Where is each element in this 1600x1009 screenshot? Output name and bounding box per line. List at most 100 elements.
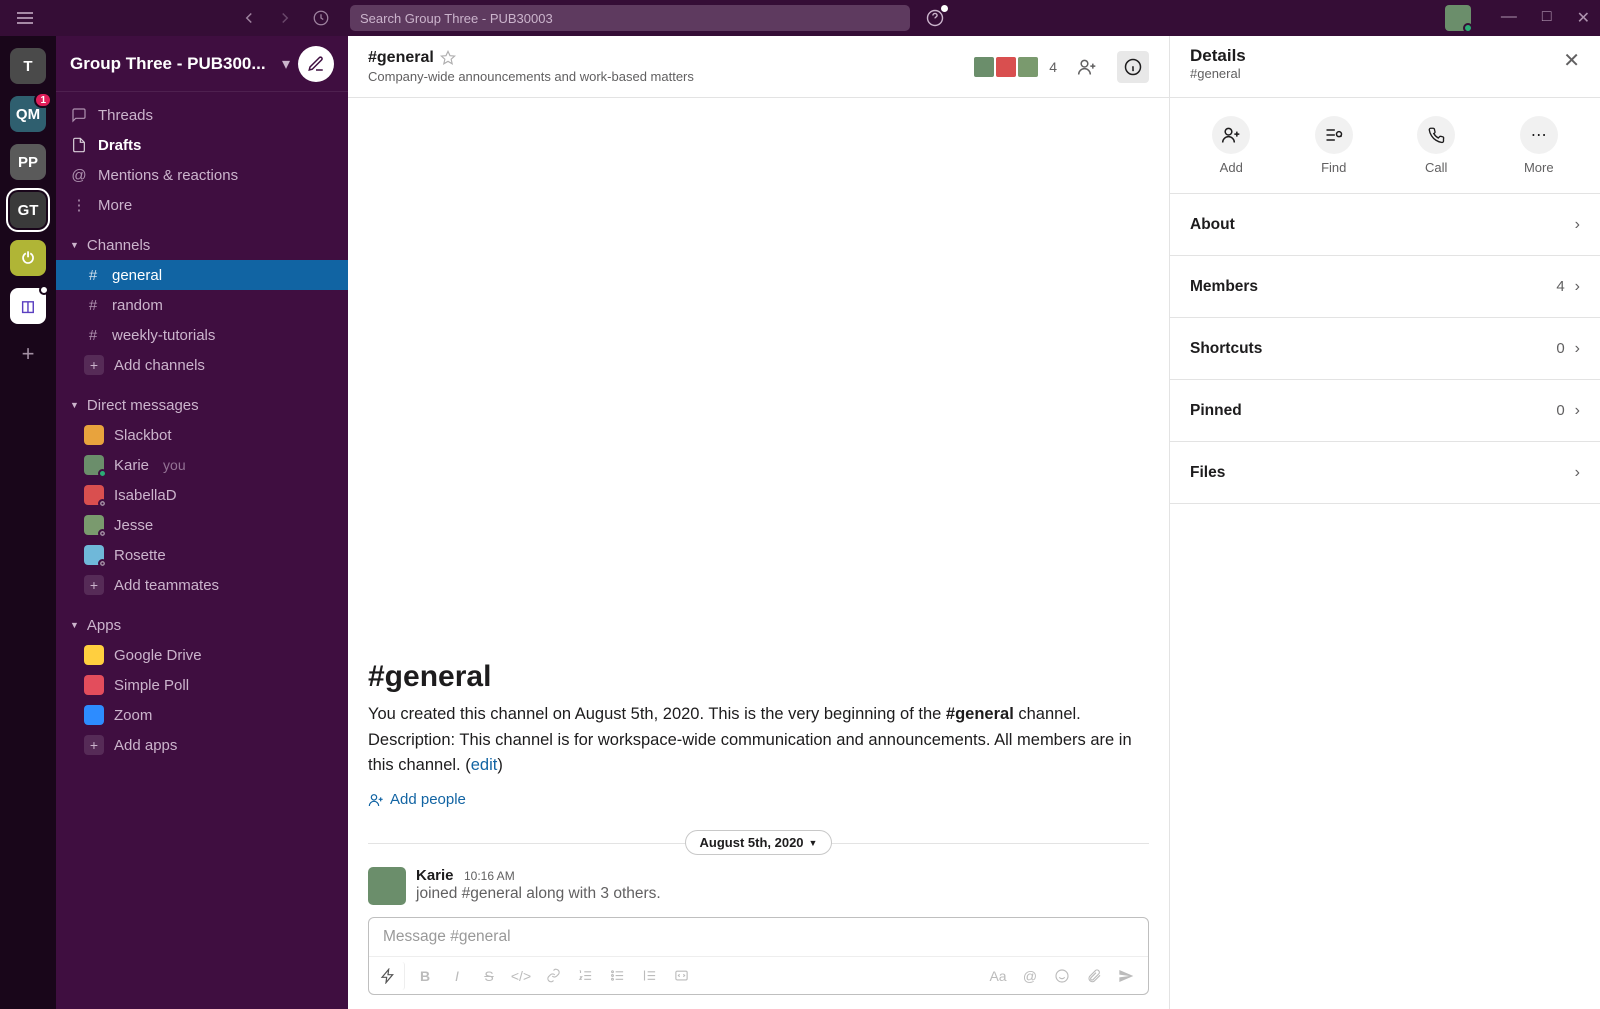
avatar — [84, 515, 104, 535]
strikethrough-icon[interactable]: S — [475, 962, 503, 990]
history-back-icon[interactable] — [240, 9, 258, 27]
panel-row-shortcuts[interactable]: Shortcuts 0 › — [1170, 318, 1600, 380]
message-author[interactable]: Karie — [416, 867, 454, 884]
workspace-ws-gt[interactable]: GT — [10, 192, 46, 228]
history-clock-icon[interactable] — [312, 9, 330, 27]
message-avatar[interactable] — [368, 867, 406, 905]
more-icon: ⋮ — [70, 196, 88, 214]
nav-mentions[interactable]: @ Mentions & reactions — [56, 160, 348, 190]
plus-icon: + — [84, 575, 104, 595]
panel-action-more[interactable]: ⋯ More — [1520, 116, 1558, 175]
composer-input[interactable]: Message #general — [369, 918, 1148, 956]
workspace-ws-qm[interactable]: QM1 — [10, 96, 46, 132]
dm-karie[interactable]: Karieyou — [56, 450, 348, 480]
star-icon[interactable] — [440, 50, 456, 66]
mention-icon[interactable]: @ — [1016, 962, 1044, 990]
panel-action-more-label: More — [1524, 160, 1554, 175]
member-avatars[interactable]: 4 — [979, 56, 1057, 78]
ordered-list-icon[interactable] — [571, 962, 599, 990]
window-close-icon[interactable]: ✕ — [1577, 8, 1590, 28]
add-people-icon[interactable] — [1071, 51, 1103, 83]
close-icon[interactable]: ✕ — [1563, 48, 1580, 73]
panel-row-about[interactable]: About › — [1170, 194, 1600, 256]
code-block-icon[interactable] — [667, 962, 695, 990]
main-area: #general Company-wide announcements and … — [348, 36, 1170, 1009]
edit-description-link[interactable]: edit — [471, 756, 498, 774]
channel-random[interactable]: #random — [56, 290, 348, 320]
panel-action-call-label: Call — [1425, 160, 1447, 175]
bullet-list-icon[interactable] — [603, 962, 631, 990]
phone-icon — [1417, 116, 1455, 154]
history-forward-icon[interactable] — [276, 9, 294, 27]
shortcuts-icon[interactable] — [377, 962, 405, 990]
nav-more[interactable]: ⋮ More — [56, 190, 348, 220]
channel-weekly-tutorials[interactable]: #weekly-tutorials — [56, 320, 348, 350]
add-people-link[interactable]: Add people — [368, 791, 1149, 808]
message-list: #general You created this channel on Aug… — [348, 98, 1169, 917]
attach-icon[interactable] — [1080, 962, 1108, 990]
date-divider[interactable]: August 5th, 2020 ▼ — [685, 830, 833, 855]
details-icon[interactable] — [1117, 51, 1149, 83]
message-timestamp[interactable]: 10:16 AM — [464, 869, 515, 883]
dm-slackbot[interactable]: Slackbot — [56, 420, 348, 450]
find-icon — [1315, 116, 1353, 154]
apps-header: Apps — [87, 617, 121, 634]
channel-intro: #general You created this channel on Aug… — [368, 660, 1149, 808]
dm-jesse[interactable]: Jesse — [56, 510, 348, 540]
bold-icon[interactable]: B — [411, 962, 439, 990]
workspace-ws-t[interactable]: T — [10, 48, 46, 84]
add-people-label: Add people — [390, 791, 466, 808]
workspace-ws-pp[interactable]: PP — [10, 144, 46, 180]
hamburger-icon[interactable] — [10, 12, 40, 24]
dm-isabellad[interactable]: IsabellaD — [56, 480, 348, 510]
format-icon[interactable]: Aa — [984, 962, 1012, 990]
workspace-ws-power[interactable]: ⏻ — [10, 240, 46, 276]
app-google-drive[interactable]: Google Drive — [56, 640, 348, 670]
search-input[interactable]: Search Group Three - PUB30003 — [350, 5, 910, 31]
blockquote-icon[interactable] — [635, 962, 663, 990]
panel-action-find-label: Find — [1321, 160, 1346, 175]
app-zoom[interactable]: Zoom — [56, 700, 348, 730]
more-horizontal-icon: ⋯ — [1520, 116, 1558, 154]
panel-title: Details — [1190, 46, 1563, 66]
workspace-ws-app[interactable]: ◫ — [10, 288, 46, 324]
plus-icon: + — [84, 735, 104, 755]
sidebar: Group Three - PUB300... ▾ Threads Drafts… — [56, 36, 348, 1009]
panel-row-pinned[interactable]: Pinned 0 › — [1170, 380, 1600, 442]
dm-rosette[interactable]: Rosette — [56, 540, 348, 570]
panel-action-find[interactable]: Find — [1315, 116, 1353, 175]
message-composer[interactable]: Message #general B I S </> Aa @ — [368, 917, 1149, 995]
italic-icon[interactable]: I — [443, 962, 471, 990]
compose-button[interactable] — [298, 46, 334, 82]
nav-drafts[interactable]: Drafts — [56, 130, 348, 160]
window-minimize-icon[interactable]: — — [1501, 8, 1517, 28]
emoji-icon[interactable] — [1048, 962, 1076, 990]
panel-row-members[interactable]: Members 4 › — [1170, 256, 1600, 318]
add-channels[interactable]: + Add channels — [56, 350, 348, 380]
window-maximize-icon[interactable]: □ — [1542, 8, 1552, 28]
channel-name[interactable]: #general — [368, 49, 434, 67]
channel-header: #general Company-wide announcements and … — [348, 36, 1169, 98]
chevron-right-icon: › — [1575, 402, 1580, 420]
add-teammates[interactable]: + Add teammates — [56, 570, 348, 600]
link-icon[interactable] — [539, 962, 567, 990]
nav-threads[interactable]: Threads — [56, 100, 348, 130]
help-icon[interactable] — [925, 8, 945, 28]
app-simple-poll[interactable]: Simple Poll — [56, 670, 348, 700]
titlebar: Search Group Three - PUB30003 — □ ✕ — [0, 0, 1600, 36]
channels-section[interactable]: ▼ Channels — [56, 230, 348, 260]
send-icon[interactable] — [1112, 962, 1140, 990]
dms-section[interactable]: ▼ Direct messages — [56, 390, 348, 420]
add-apps[interactable]: + Add apps — [56, 730, 348, 760]
panel-action-add[interactable]: Add — [1212, 116, 1250, 175]
add-person-icon — [1212, 116, 1250, 154]
app-icon — [84, 675, 104, 695]
add-workspace-button[interactable]: + — [10, 336, 46, 372]
apps-section[interactable]: ▼ Apps — [56, 610, 348, 640]
code-icon[interactable]: </> — [507, 962, 535, 990]
workspace-switcher[interactable]: Group Three - PUB300... ▾ — [56, 36, 348, 92]
user-avatar[interactable] — [1445, 5, 1471, 31]
channel-general[interactable]: #general — [56, 260, 348, 290]
panel-row-files[interactable]: Files › — [1170, 442, 1600, 504]
panel-action-call[interactable]: Call — [1417, 116, 1455, 175]
